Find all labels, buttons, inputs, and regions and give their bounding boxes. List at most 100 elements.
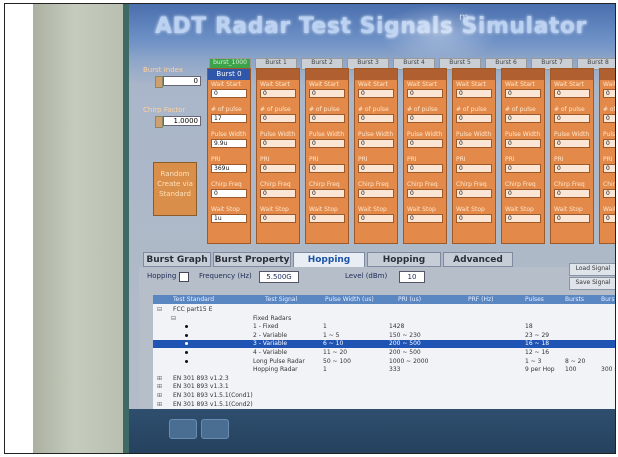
table-row[interactable]: 4 - Variable 11 ~ 20 200 ~ 500 12 ~ 16 [153,349,615,357]
burst-field-input[interactable]: 0 [554,189,590,198]
expand-icon[interactable]: ⊞ [157,401,162,409]
burst-field-input[interactable]: 0 [505,139,541,148]
burst-field-input[interactable]: 0 [260,139,296,148]
burst-index-spinner[interactable] [155,76,163,88]
tab-hopping-graph[interactable]: Hopping Graph [367,252,441,280]
collapse-icon[interactable]: ⊟ [171,315,176,323]
burst-field-input[interactable]: 0 [407,139,443,148]
burst-field-input[interactable]: 0 [309,214,345,223]
burst-field-input[interactable]: 0 [603,164,615,173]
burst-field-input[interactable]: 0 [456,189,492,198]
burst-field-input[interactable]: 0 [260,114,296,123]
burst-field-input[interactable]: 0 [407,89,443,98]
burst-field-input[interactable]: 0 [505,89,541,98]
bullet-icon [185,359,188,363]
tab-burst-graph[interactable]: Burst Graph [143,252,211,267]
table-row[interactable]: ⊞ EN 301 893 v1.5.1(Cond2) [153,401,615,409]
table-row[interactable]: ⊞ EN 301 893 v1.3.1 [153,383,615,391]
chirp-factor-input[interactable]: 1.0000 [163,116,201,126]
table-cell-pri: 200 ~ 500 [389,340,421,348]
burst-field-input[interactable]: 0 [211,89,247,98]
burst-field-input[interactable]: 1u [211,214,247,223]
load-signal-button[interactable]: Load Signal [569,263,615,276]
table-row[interactable]: ⊟ Fixed Radars [153,315,615,323]
table-row[interactable]: 1 - Fixed 1 1428 18 [153,323,615,331]
top-burst-strip: burst_1000 Burst 1 Burst 2 Burst 3 Burst… [209,58,615,70]
burst-field-input[interactable]: 0 [554,89,590,98]
burst-field-input[interactable]: 0 [505,114,541,123]
burst-field-label: Chirp Freq [505,181,536,188]
burst-field-input[interactable]: 0 [456,164,492,173]
chirp-factor-spinner[interactable] [155,116,163,128]
burst-field-input[interactable]: 0 [603,214,615,223]
burst-field-input[interactable]: 0 [309,139,345,148]
burst-field-input[interactable]: 0 [358,114,394,123]
burst-field-input[interactable]: 0 [407,114,443,123]
expand-icon[interactable]: ⊞ [157,375,162,383]
burst-column: Wait Start0# of pulse0Pulse Width0PRI0Ch… [305,68,349,244]
burst-field-input[interactable]: 0 [309,164,345,173]
random-create-button[interactable]: Random Create via Standard [153,162,197,216]
burst-field-input[interactable]: 17 [211,114,247,123]
burst-field-input[interactable]: 0 [407,189,443,198]
burst-field-label: Wait Start [358,81,388,88]
burst-field-input[interactable]: 0 [554,164,590,173]
burst-field-input[interactable]: 0 [309,89,345,98]
save-signal-button[interactable]: Save Signal [569,277,615,290]
burst-field-input[interactable]: 0 [603,114,615,123]
burst-field-label: Chirp Freq [554,181,585,188]
table-row[interactable]: Hopping Radar 1 333 9 per Hop 100 300 ms [153,366,615,374]
table-cell-bursts: 8 ~ 20 [565,357,586,365]
burst-field-input[interactable]: 0 [603,139,615,148]
burst-field-input[interactable]: 0 [554,214,590,223]
burst-field-input[interactable]: 369u [211,164,247,173]
burst-field-input[interactable]: 0 [456,214,492,223]
burst-field-input[interactable]: 0 [407,164,443,173]
burst-field-input[interactable]: 0 [505,164,541,173]
burst-field-input[interactable]: 0 [260,189,296,198]
tab-hopping-table[interactable]: Hopping Table [293,252,365,280]
burst-field-input[interactable]: 9.9u [211,139,247,148]
expand-icon[interactable]: ⊞ [157,392,162,400]
collapse-icon[interactable]: ⊟ [157,306,162,314]
burst-field-input[interactable]: 0 [260,214,296,223]
frequency-input[interactable]: 5.500G [259,271,299,283]
table-row[interactable]: 3 - Variable 6 ~ 10 200 ~ 500 16 ~ 18 [153,340,615,349]
table-row[interactable]: ⊟ FCC part15 E [153,306,615,314]
burst-field-input[interactable]: 0 [603,189,615,198]
standards-table: Test Standard Test Signal Pulse Width (u… [153,295,615,409]
burst-field-input[interactable]: 0 [407,214,443,223]
burst-field-input[interactable]: 0 [309,189,345,198]
burst-field-label: PRI [260,156,270,163]
expand-icon[interactable]: ⊞ [157,383,162,391]
taskbar-app-button[interactable] [169,419,197,439]
burst-field-input[interactable]: 0 [456,89,492,98]
table-row[interactable]: ⊞ EN 301 893 v1.5.1(Cond1) [153,392,615,400]
burst-field-input[interactable]: 0 [260,89,296,98]
burst-field-input[interactable]: 0 [358,164,394,173]
burst-field-input[interactable]: 0 [358,214,394,223]
table-cell-pw: 6 ~ 10 [323,340,344,348]
burst-field-input[interactable]: 0 [358,139,394,148]
table-row[interactable]: Long Pulse Radar 50 ~ 100 1000 ~ 2000 1 ~ 3… [153,358,615,366]
burst-field-input[interactable]: 0 [260,164,296,173]
taskbar-app-button[interactable] [201,419,229,439]
burst-field-input[interactable]: 0 [456,139,492,148]
burst-field-input[interactable]: 0 [505,214,541,223]
burst-field-input[interactable]: 0 [309,114,345,123]
burst-field-input[interactable]: 0 [211,189,247,198]
tab-advanced[interactable]: Advanced [443,252,513,267]
tab-burst-property[interactable]: Burst Property [213,252,291,267]
level-input[interactable]: 10 [399,271,425,283]
burst-field-input[interactable]: 0 [554,139,590,148]
table-row[interactable]: 2 - Variable 1 ~ 5 150 ~ 230 23 ~ 29 [153,332,615,340]
burst-index-input[interactable]: 0 [163,76,201,86]
table-row[interactable]: ⊞ EN 301 893 v1.2.3 [153,375,615,383]
burst-field-input[interactable]: 0 [358,189,394,198]
hopping-checkbox[interactable] [179,272,189,282]
burst-field-input[interactable]: 0 [456,114,492,123]
burst-field-input[interactable]: 0 [554,114,590,123]
burst-field-input[interactable]: 0 [505,189,541,198]
burst-field-input[interactable]: 0 [603,89,615,98]
burst-field-input[interactable]: 0 [358,89,394,98]
